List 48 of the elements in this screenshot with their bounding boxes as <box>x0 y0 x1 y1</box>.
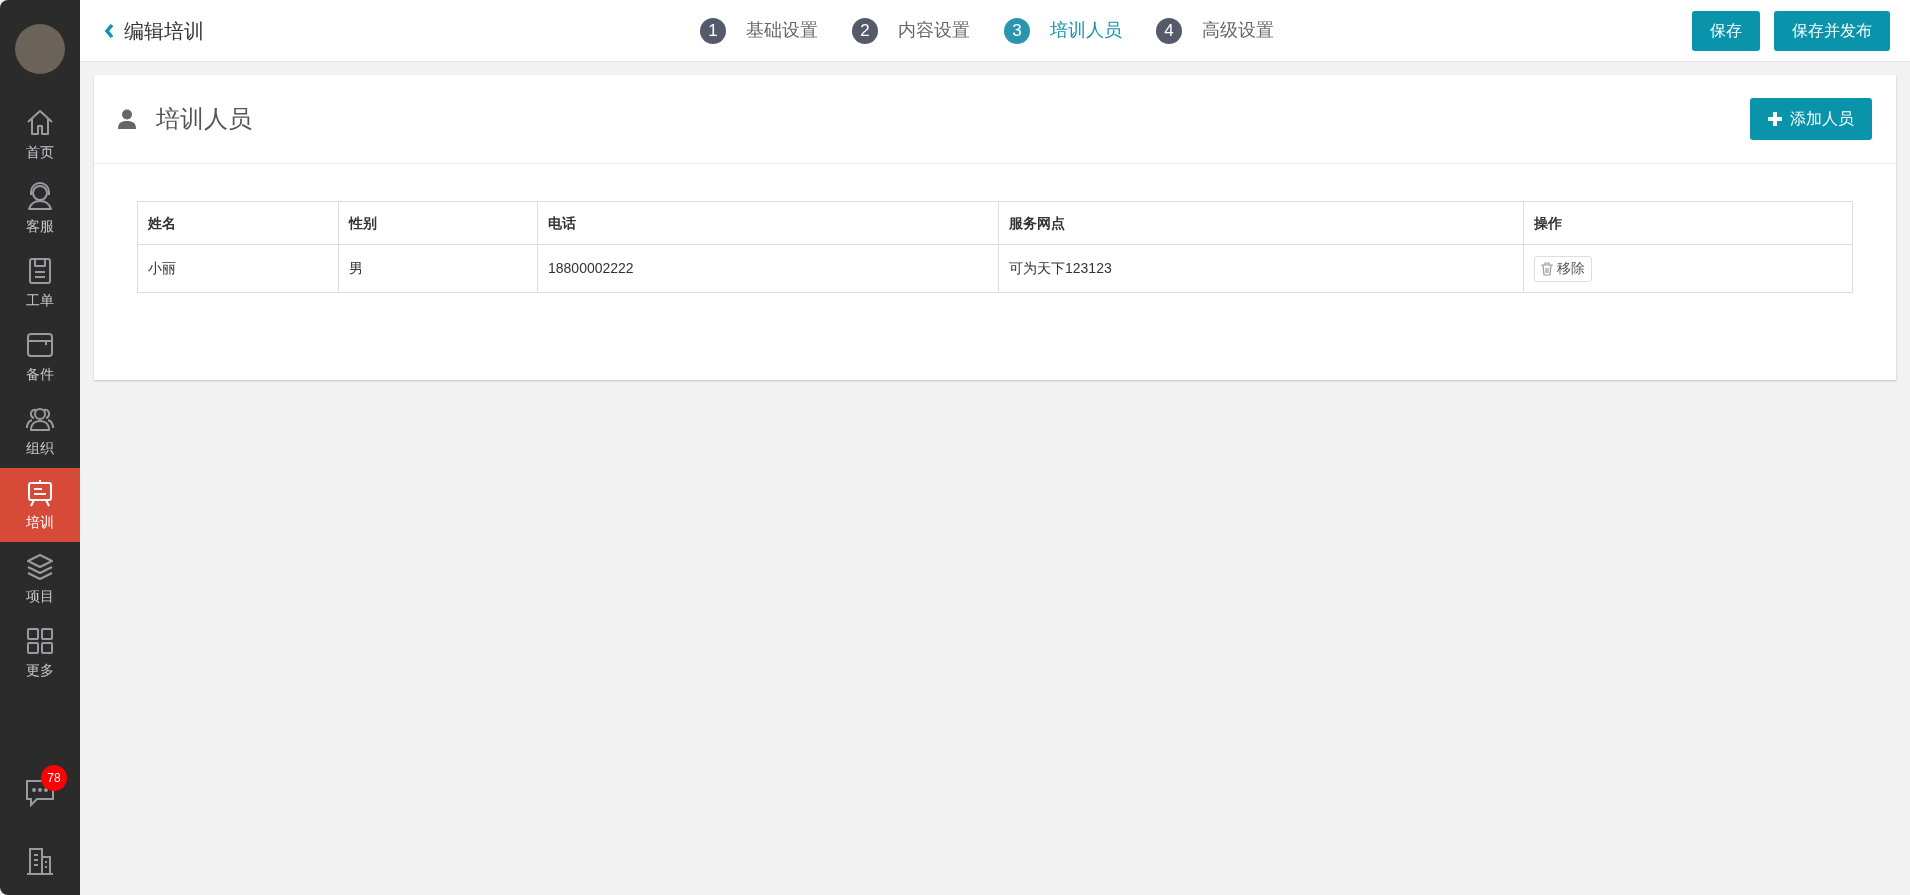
step-tab[interactable]: 2 内容设置 <box>852 17 970 44</box>
page-title: 编辑培训 <box>124 18 204 44</box>
nav-item[interactable]: 项目 <box>0 542 80 616</box>
nav-item[interactable]: 更多 <box>0 616 80 690</box>
nav-item[interactable]: 备件 <box>0 320 80 394</box>
panel-title: 培训人员 <box>156 104 252 134</box>
grid-icon <box>25 625 55 656</box>
person-icon <box>118 109 136 129</box>
step-tab[interactable]: 4 高级设置 <box>1156 17 1274 44</box>
column-header: 电话 <box>537 201 999 245</box>
save-button[interactable]: 保存 <box>1692 10 1760 51</box>
step-number: 3 <box>1004 17 1030 44</box>
building-icon[interactable] <box>25 847 55 875</box>
table-cell: 小丽 <box>137 244 339 293</box>
step-number: 4 <box>1156 17 1182 44</box>
remove-button[interactable]: 移除 <box>1534 255 1592 282</box>
headset-person-icon <box>25 181 55 212</box>
step-label: 基础设置 <box>746 19 818 42</box>
layers-icon <box>25 551 55 582</box>
nav-item[interactable]: 培训 <box>0 468 80 542</box>
step-tab[interactable]: 1 基础设置 <box>700 17 818 44</box>
step-number: 2 <box>852 17 878 44</box>
back-button[interactable]: 编辑培训 <box>104 15 204 46</box>
nav-item[interactable]: 客服 <box>0 172 80 246</box>
plus-icon <box>1768 112 1782 126</box>
add-person-button[interactable]: 添加人员 <box>1750 98 1872 140</box>
step-label: 高级设置 <box>1202 19 1274 42</box>
trash-icon <box>1541 261 1553 276</box>
easel-icon <box>25 477 55 508</box>
step-number: 1 <box>700 17 726 44</box>
column-header: 性别 <box>338 201 538 245</box>
back-chevron-icon <box>104 22 114 39</box>
save-publish-button[interactable]: 保存并发布 <box>1774 10 1890 51</box>
table-cell: 18800002222 <box>537 244 999 293</box>
nav-item[interactable]: 组织 <box>0 394 80 468</box>
table-cell: 男 <box>338 244 538 293</box>
step-tab[interactable]: 3 培训人员 <box>1004 17 1122 44</box>
home-icon <box>25 107 55 138</box>
column-header: 服务网点 <box>998 201 1524 245</box>
table-cell: 可为天下123123 <box>998 244 1524 293</box>
unread-badge: 78 <box>41 765 67 791</box>
avatar[interactable] <box>15 24 65 74</box>
nav-item[interactable]: 首页 <box>0 98 80 172</box>
step-label: 培训人员 <box>1050 19 1122 42</box>
nav-item[interactable]: 工单 <box>0 246 80 320</box>
column-header: 姓名 <box>137 201 339 245</box>
step-label: 内容设置 <box>898 19 970 42</box>
column-header: 操作 <box>1523 201 1853 245</box>
